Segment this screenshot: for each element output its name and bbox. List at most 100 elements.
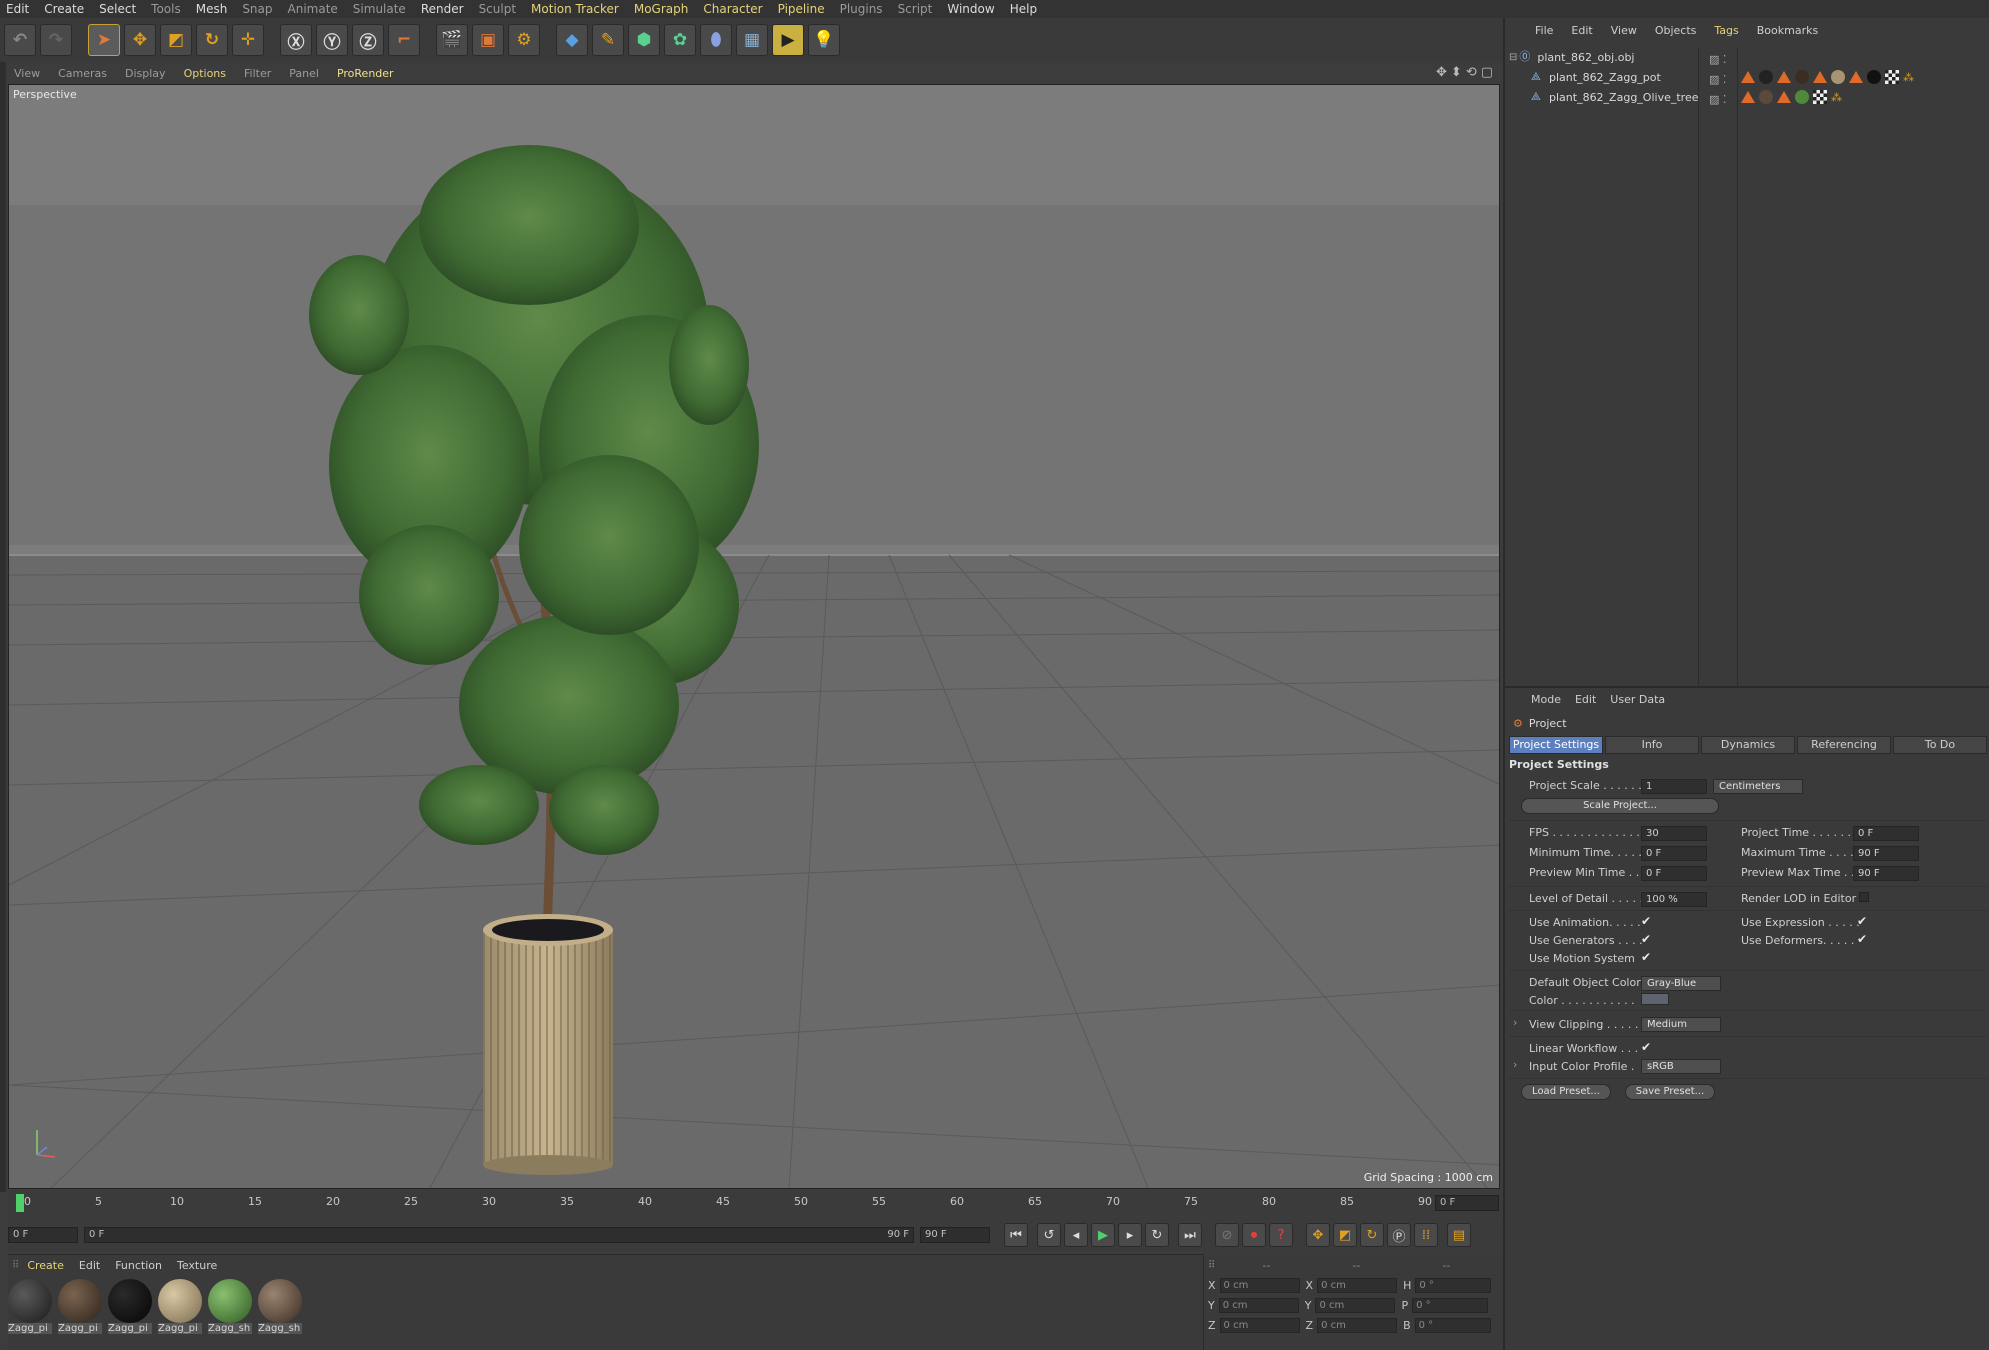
vp-menu-prorender[interactable]: ProRender <box>337 67 394 80</box>
color-swatch[interactable] <box>1641 993 1669 1005</box>
attr-menu-mode[interactable]: Mode <box>1531 693 1561 706</box>
menu-edit[interactable]: Edit <box>6 2 29 16</box>
phong-tag-icon[interactable] <box>1849 71 1863 83</box>
use-generators-check-icon[interactable]: ✔ <box>1641 932 1651 946</box>
material-swatch[interactable]: Zagg_sh <box>208 1279 252 1337</box>
material-tag-icon[interactable] <box>1759 90 1773 104</box>
obj-menu-file[interactable]: File <box>1535 24 1553 37</box>
mat-menu-create[interactable]: Create <box>27 1259 64 1272</box>
menu-help[interactable]: Help <box>1010 2 1037 16</box>
floor-icon[interactable]: ▦ <box>736 24 768 56</box>
preview-min-field[interactable]: 0 F <box>1641 866 1707 881</box>
menu-tools[interactable]: Tools <box>151 2 181 16</box>
prev-key-icon[interactable]: ↺ <box>1037 1223 1061 1247</box>
vp-menu-panel[interactable]: Panel <box>289 67 319 80</box>
position-z-field[interactable]: 0 cm <box>1219 1317 1300 1333</box>
menu-window[interactable]: Window <box>947 2 994 16</box>
record-disabled-icon[interactable]: ⊘ <box>1215 1223 1239 1247</box>
timeline-ruler[interactable]: 0 5 10 15 20 25 30 35 40 45 50 55 60 65 … <box>8 1192 1503 1216</box>
mat-menu-function[interactable]: Function <box>115 1259 162 1272</box>
phong-tag-icon[interactable] <box>1741 71 1755 83</box>
render-lod-checkbox[interactable] <box>1859 892 1869 902</box>
load-preset-button[interactable]: Load Preset... <box>1521 1084 1611 1100</box>
selection-tag-icon[interactable]: ⁂ <box>1903 71 1914 84</box>
view-clipping-dropdown[interactable]: Medium <box>1641 1017 1721 1032</box>
render-settings-icon[interactable]: ⚙ <box>508 24 540 56</box>
mat-menu-edit[interactable]: Edit <box>79 1259 100 1272</box>
auto-key-icon[interactable]: ? <box>1269 1223 1293 1247</box>
obj-menu-bookmarks[interactable]: Bookmarks <box>1757 24 1818 37</box>
phong-tag-icon[interactable] <box>1741 91 1755 103</box>
render-picture-viewer-icon[interactable]: ▣ <box>472 24 504 56</box>
phong-tag-icon[interactable] <box>1813 71 1827 83</box>
material-swatch[interactable]: Zagg_sh <box>258 1279 302 1337</box>
key-position-icon[interactable]: ✥ <box>1306 1223 1330 1247</box>
deformer-icon[interactable]: ⬮ <box>700 24 732 56</box>
key-parameter-icon[interactable]: Ⓟ <box>1387 1223 1411 1247</box>
uvw-tag-icon[interactable] <box>1813 90 1827 104</box>
scale-unit-dropdown[interactable]: Centimeters <box>1713 779 1803 794</box>
attr-menu-user-data[interactable]: User Data <box>1610 693 1665 706</box>
fps-field[interactable]: 30 <box>1641 826 1707 841</box>
prev-frame-icon[interactable]: ◂ <box>1064 1223 1088 1247</box>
uvw-tag-icon[interactable] <box>1885 70 1899 84</box>
next-frame-icon[interactable]: ▸ <box>1118 1223 1142 1247</box>
size-z-field[interactable]: 0 cm <box>1317 1317 1398 1333</box>
project-scale-field[interactable]: 1 <box>1641 779 1707 794</box>
menu-simulate[interactable]: Simulate <box>353 2 406 16</box>
timeline-window-icon[interactable]: ▤ <box>1447 1223 1471 1247</box>
phong-tag-icon[interactable] <box>1777 71 1791 83</box>
project-time-field[interactable]: 0 F <box>1853 826 1919 841</box>
light-icon[interactable]: 💡 <box>808 24 840 56</box>
3d-viewport[interactable]: Perspective Grid Spacing : 1000 cm <box>8 84 1500 1189</box>
cloner-icon[interactable]: ✿ <box>664 24 696 56</box>
material-swatch[interactable]: Zagg_pi <box>108 1279 152 1337</box>
material-tag-icon[interactable] <box>1759 70 1773 84</box>
z-axis-icon[interactable]: Ⓩ <box>352 24 384 56</box>
menu-sculpt[interactable]: Sculpt <box>479 2 516 16</box>
vp-menu-view[interactable]: View <box>14 67 40 80</box>
select-tool-icon[interactable]: ➤ <box>88 24 120 56</box>
live-select-icon[interactable]: ✛ <box>232 24 264 56</box>
obj-menu-view[interactable]: View <box>1611 24 1637 37</box>
lod-field[interactable]: 100 % <box>1641 892 1707 907</box>
menu-select[interactable]: Select <box>99 2 136 16</box>
use-expression-check-icon[interactable]: ✔ <box>1857 914 1867 928</box>
menu-mograph[interactable]: MoGraph <box>634 2 689 16</box>
x-axis-icon[interactable]: Ⓧ <box>280 24 312 56</box>
position-x-field[interactable]: 0 cm <box>1219 1277 1300 1293</box>
rotate-tool-icon[interactable]: ↻ <box>196 24 228 56</box>
menu-render[interactable]: Render <box>421 2 464 16</box>
size-y-field[interactable]: 0 cm <box>1315 1297 1396 1313</box>
go-to-end-icon[interactable]: ⏭ <box>1178 1223 1202 1247</box>
cube-object-icon[interactable]: ◆ <box>556 24 588 56</box>
collapse-icon[interactable]: ⊟ <box>1509 52 1517 63</box>
undo-icon[interactable]: ↶ <box>4 24 36 56</box>
material-swatch[interactable]: Zagg_pi <box>158 1279 202 1337</box>
preview-max-field[interactable]: 90 F <box>1853 866 1919 881</box>
rotation-p-field[interactable]: 0 ° <box>1412 1297 1489 1313</box>
menu-animate[interactable]: Animate <box>288 2 338 16</box>
key-pla-icon[interactable]: ⁞⁞ <box>1414 1223 1438 1247</box>
tab-info[interactable]: Info <box>1605 736 1699 754</box>
vp-menu-display[interactable]: Display <box>125 67 166 80</box>
menu-pipeline[interactable]: Pipeline <box>778 2 825 16</box>
rotation-b-field[interactable]: 0 ° <box>1414 1317 1491 1333</box>
size-x-field[interactable]: 0 cm <box>1317 1277 1398 1293</box>
playhead-marker[interactable] <box>16 1194 24 1212</box>
use-animation-check-icon[interactable]: ✔ <box>1641 914 1651 928</box>
linear-workflow-check-icon[interactable]: ✔ <box>1641 1040 1651 1054</box>
save-preset-button[interactable]: Save Preset... <box>1625 1084 1715 1100</box>
redo-icon[interactable]: ↷ <box>40 24 72 56</box>
object-row-pot[interactable]: ⟁ plant_862_Zagg_pot <box>1531 68 1661 86</box>
material-swatch[interactable]: Zagg_pi <box>8 1279 52 1337</box>
tab-dynamics[interactable]: Dynamics <box>1701 736 1795 754</box>
frame-range-slider[interactable]: 0 F 90 F <box>84 1227 914 1243</box>
position-y-field[interactable]: 0 cm <box>1218 1297 1299 1313</box>
menu-motion-tracker[interactable]: Motion Tracker <box>531 2 619 16</box>
scale-project-button[interactable]: Scale Project... <box>1521 798 1719 814</box>
attr-menu-edit[interactable]: Edit <box>1575 693 1596 706</box>
visibility-toggles[interactable]: ▨ ⁚ ▨ ⁚ ▨ ⁚ <box>1709 50 1726 110</box>
key-scale-icon[interactable]: ◩ <box>1333 1223 1357 1247</box>
start-frame-field[interactable]: 0 F <box>8 1227 78 1243</box>
